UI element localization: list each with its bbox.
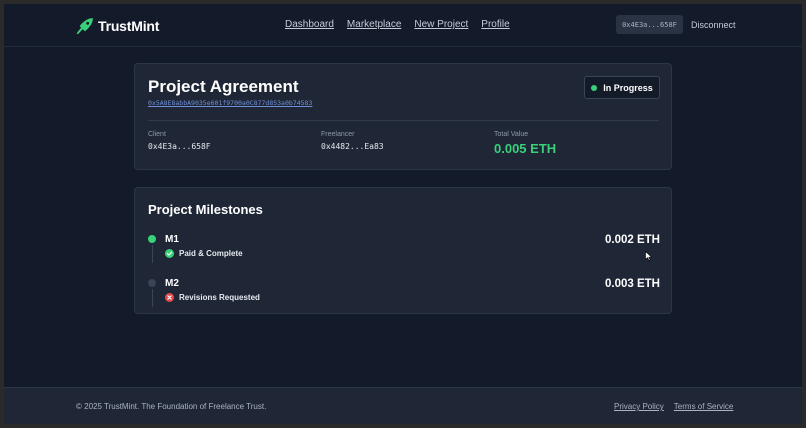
agreement-card: Project Agreement 0x5A8E8abbA9035e601f97… [134,63,672,170]
milestone-amount: 0.002 ETH [605,234,660,246]
copyright-text: © 2025 TrustMint. The Foundation of Free… [76,402,267,411]
total-value: 0.005 ETH [494,141,557,156]
total-value-label: Total Value [494,131,529,138]
agreement-title: Project Agreement [148,77,299,96]
nav-new-project[interactable]: New Project [414,19,468,30]
mouse-cursor-icon [645,251,652,261]
milestone-status: Paid & Complete [165,249,243,258]
milestone-amount: 0.003 ETH [605,278,660,290]
milestone-pending-dot-icon [148,279,156,287]
x-circle-icon [165,293,174,302]
disconnect-button[interactable]: Disconnect [691,20,736,30]
freelancer-label: Freelancer [321,131,355,138]
milestone-connector [151,245,153,263]
rocket-logo-icon [76,18,93,35]
milestone-complete-dot-icon [148,235,156,243]
milestone-status-label: Paid & Complete [179,249,243,258]
status-dot-icon [591,84,598,91]
privacy-policy-link[interactable]: Privacy Policy [614,402,664,411]
client-value: 0x4E3a...658F [148,142,211,151]
milestones-card: Project Milestones M1 Paid & Complete 0.… [134,187,672,314]
page-footer: © 2025 TrustMint. The Foundation of Free… [4,387,802,424]
top-header: TrustMint Dashboard Marketplace New Proj… [4,4,802,47]
brand-logo[interactable]: TrustMint [76,17,159,35]
freelancer-value: 0x4482...Ea83 [321,142,384,151]
wallet-address-chip[interactable]: 0x4E3a...658F [616,15,683,34]
nav-profile[interactable]: Profile [481,19,509,30]
status-badge: In Progress [584,76,660,99]
milestone-status-label: Revisions Requested [179,293,260,302]
divider [148,120,659,121]
milestone-status: Revisions Requested [165,293,260,302]
milestones-title: Project Milestones [148,202,263,217]
contract-address-link[interactable]: 0x5A8E8abbA9035e601f9700a0C877d853a0b745… [148,99,312,107]
check-circle-icon [165,249,174,258]
footer-links: Privacy Policy Terms of Service [614,402,733,411]
milestone-name: M2 [165,278,179,289]
app-window: TrustMint Dashboard Marketplace New Proj… [4,4,802,424]
terms-of-service-link[interactable]: Terms of Service [674,402,734,411]
milestone-item: M2 Revisions Requested 0.003 ETH [148,275,660,309]
milestone-item: M1 Paid & Complete 0.002 ETH [148,231,660,265]
status-label: In Progress [603,82,653,93]
nav-dashboard[interactable]: Dashboard [285,19,334,30]
main-nav: Dashboard Marketplace New Project Profil… [285,19,510,30]
milestone-name: M1 [165,234,179,245]
brand-name: TrustMint [98,18,160,34]
milestone-connector [151,289,153,307]
nav-marketplace[interactable]: Marketplace [347,19,401,30]
client-label: Client [148,131,166,138]
